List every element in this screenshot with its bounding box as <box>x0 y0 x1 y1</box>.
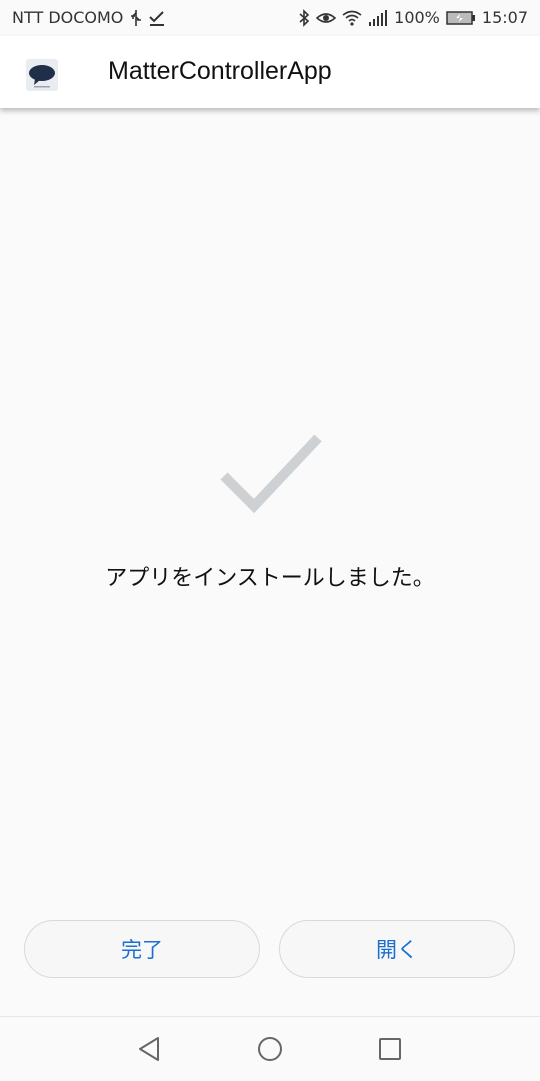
status-right: 100% 15:07 <box>298 8 528 27</box>
bluetooth-icon <box>298 8 310 27</box>
app-title: MatterControllerApp <box>108 57 332 85</box>
check-download-icon <box>149 10 165 26</box>
app-header: MatterControllerApp <box>0 36 540 108</box>
home-icon[interactable] <box>256 1035 284 1063</box>
open-button[interactable]: 開く <box>279 920 515 978</box>
time-label: 15:07 <box>481 8 528 27</box>
signal-icon <box>368 9 388 26</box>
nav-bar <box>0 1016 540 1081</box>
checkmark-icon <box>218 430 324 514</box>
eye-icon <box>316 10 337 26</box>
app-icon <box>26 59 58 91</box>
status-bar: NTT DOCOMO 100% 15:07 <box>0 0 540 36</box>
done-button[interactable]: 完了 <box>24 920 260 978</box>
battery-icon <box>446 10 476 26</box>
usb-icon <box>129 9 143 27</box>
status-left: NTT DOCOMO <box>12 8 165 27</box>
wifi-icon <box>342 10 362 26</box>
carrier-label: NTT DOCOMO <box>12 8 124 27</box>
recent-apps-icon[interactable] <box>376 1035 404 1063</box>
install-message: アプリをインストールしました。 <box>105 566 435 591</box>
battery-label: 100% <box>394 8 440 27</box>
back-icon[interactable] <box>136 1035 164 1063</box>
